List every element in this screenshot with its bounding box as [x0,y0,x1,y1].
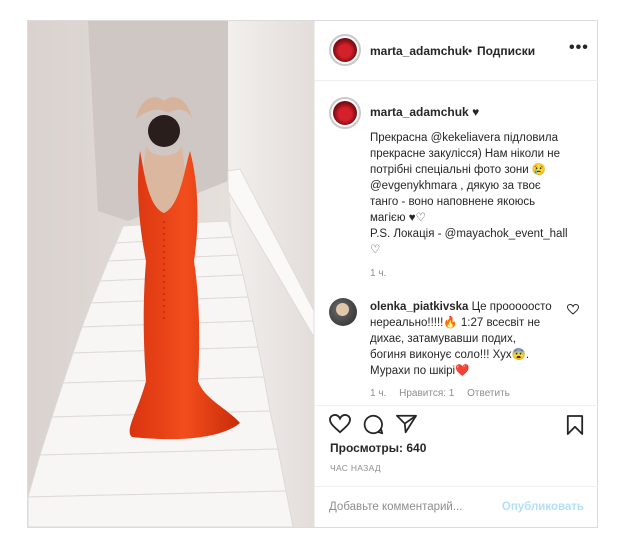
comment-line: дихає, затамувавши подих, [370,333,516,345]
comment-line: Мурахи по шкірі❤️ [370,365,470,377]
caption-line: ♡ [370,244,381,256]
comment-meta: 1 ч. Нравится: 1 Ответить [370,388,520,399]
post-container: marta_adamchuk • Подписки ••• marta_adam… [27,20,598,528]
author-username[interactable]: marta_adamchuk [370,44,469,58]
comment-line: Це прооооосто [471,301,552,313]
comment-like-heart-icon[interactable] [567,304,579,315]
reply-button[interactable]: Ответить [467,388,510,399]
bookmark-icon[interactable] [566,414,584,436]
comment-time: 1 ч. [370,388,387,399]
views-label: Просмотры: [330,441,404,455]
following-button[interactable]: Подписки [477,44,535,58]
comment-icon[interactable] [363,414,384,435]
comment-input[interactable]: Добавьте комментарий... [329,501,462,513]
separator-dot: • [468,44,473,58]
caption-line: P.S. Локація - @mayachok_event_hall [370,228,568,240]
views-count[interactable]: Просмотры: 640 [330,441,426,455]
post-photo[interactable] [28,21,314,527]
comment-line: богиня виконує соло!!! Хух😨. [370,349,530,361]
share-icon[interactable] [396,414,417,434]
verified-heart-icon: ♥ [472,105,480,119]
caption-time: 1 ч. [370,268,387,279]
post-header: marta_adamchuk • Подписки ••• [315,21,598,81]
heart-icon[interactable] [329,414,351,434]
staircase-photo [28,21,314,527]
caption-username[interactable]: marta_adamchuk [370,105,469,119]
caption-line: танго - воно наповнене якоюсь [370,196,536,208]
views-value: 640 [406,441,427,455]
comment-line: нереально!!!!!🔥 1:27 всесвіт не [370,317,541,329]
caption-line: магією ♥♡ [370,212,426,224]
caption-line: прекрасне закулісся) Нам ніколи не [370,148,560,160]
caption-avatar[interactable] [329,97,361,129]
publish-button[interactable]: Опубликовать [502,501,584,513]
author-avatar[interactable] [329,34,361,66]
comment-composer: Добавьте комментарий... Опубликовать [315,486,598,528]
comment: olenka_piatkivska Це прооооосто нереальн… [370,299,570,379]
comment-likes[interactable]: Нравится: 1 [399,388,454,399]
caption-line: @evgenykhmara , дякую за твоє [370,180,541,192]
caption-line: Прекрасна @kekeliavera підловила [370,132,558,144]
post-timestamp: ЧАС НАЗАД [330,463,381,473]
post-caption: Прекрасна @kekeliavera підловила прекрас… [370,130,585,282]
caption-line: потрібні спеціальні фото зони 😢 [370,164,547,176]
more-icon[interactable]: ••• [569,39,589,57]
commenter-avatar[interactable] [329,298,357,326]
post-sidebar: marta_adamchuk • Подписки ••• marta_adam… [314,21,598,527]
commenter-username[interactable]: olenka_piatkivska [370,301,468,313]
